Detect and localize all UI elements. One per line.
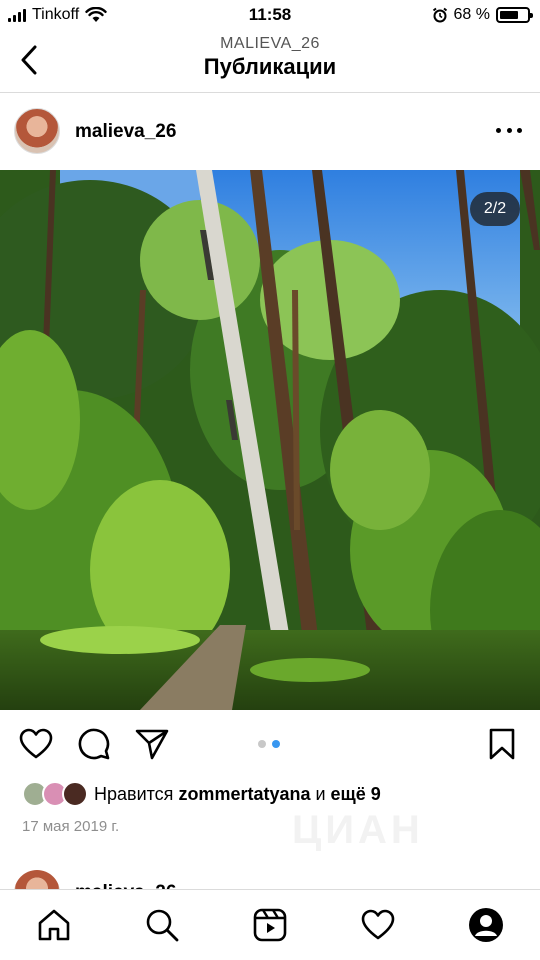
profile-icon [469, 908, 503, 942]
battery-icon [496, 7, 533, 23]
search-icon [146, 909, 179, 942]
likes-middle: и [310, 783, 331, 804]
activity-icon [361, 909, 395, 940]
likes-prefix: Нравится [94, 783, 179, 804]
likes-text: Нравится zommertatyana и ещё 9 [94, 784, 381, 805]
watermark: ЦИАН [292, 808, 424, 852]
liker-avatar [62, 781, 88, 807]
carousel-indicator [258, 740, 280, 748]
tab-profile[interactable] [467, 906, 505, 944]
more-icon[interactable] [496, 120, 522, 140]
tab-reels[interactable] [251, 906, 289, 944]
tab-bar [0, 889, 540, 960]
page-title: Публикации [203, 54, 337, 79]
image-counter: 2/2 [470, 192, 520, 226]
likes-others[interactable]: ещё 9 [331, 784, 381, 804]
battery-fill [500, 11, 518, 19]
like-button[interactable] [18, 726, 54, 762]
status-right: 68 % [432, 6, 533, 24]
status-bar: Tinkoff 11:58 68 % [0, 0, 540, 32]
post-date: 17 мая 2019 г. [22, 818, 120, 835]
tab-search[interactable] [143, 906, 181, 944]
post-header: malieva_26 [0, 94, 540, 170]
bookmark-button[interactable] [484, 726, 520, 762]
heart-icon [19, 728, 53, 759]
bookmark-icon [489, 728, 515, 760]
likes-user[interactable]: zommertatyana [178, 784, 310, 804]
post-photo[interactable]: 2/2 [0, 170, 540, 710]
home-icon [38, 909, 70, 941]
carousel-dot [272, 740, 280, 748]
comment-button[interactable] [76, 726, 112, 762]
tab-home[interactable] [35, 906, 73, 944]
alarm-icon [432, 7, 447, 23]
profile-subtitle: MALIEVA_26 [220, 35, 320, 52]
comment-icon [78, 728, 110, 760]
tab-activity[interactable] [359, 906, 397, 944]
share-icon [135, 729, 169, 760]
battery-percent: 68 % [453, 6, 490, 23]
post-username[interactable]: malieva_26 [75, 121, 176, 143]
share-button[interactable] [134, 726, 170, 762]
post-actions [0, 712, 540, 778]
reels-icon [253, 908, 287, 942]
carousel-dot [258, 740, 266, 748]
forest-image [0, 170, 540, 710]
page-header: MALIEVA_26 Публикации [0, 32, 540, 93]
avatar[interactable] [14, 108, 60, 154]
liker-avatars [22, 781, 88, 807]
likes-row[interactable]: Нравится zommertatyana и ещё 9 [22, 780, 381, 808]
